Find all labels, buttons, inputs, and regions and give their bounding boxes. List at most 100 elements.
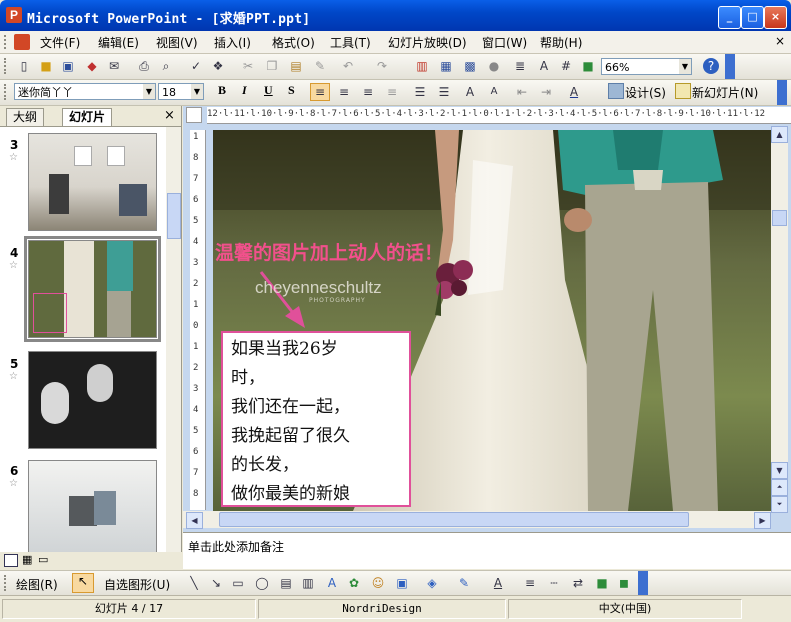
- slides-panel-scrollbar[interactable]: [166, 127, 181, 552]
- panel-close-button[interactable]: ×: [164, 108, 175, 123]
- numbering-icon[interactable]: ☰: [412, 84, 428, 100]
- document-icon[interactable]: [14, 34, 30, 50]
- help-icon[interactable]: ?: [703, 58, 719, 74]
- paste-icon[interactable]: ▤: [288, 58, 304, 74]
- cut-icon[interactable]: ✂: [240, 58, 256, 74]
- toolbar-options-icon[interactable]: [725, 54, 735, 79]
- notes-pane[interactable]: 单击此处添加备注: [183, 532, 791, 569]
- rectangle-icon[interactable]: ▭: [230, 575, 246, 591]
- copy-icon[interactable]: ❐: [264, 58, 280, 74]
- show-formatting-icon[interactable]: A: [536, 58, 552, 74]
- undo-icon[interactable]: ↶: [340, 58, 356, 74]
- draw-menu[interactable]: 绘图(R): [16, 576, 58, 593]
- slide-thumbnail-6[interactable]: [28, 460, 157, 554]
- bold-button[interactable]: B: [218, 83, 226, 98]
- align-left-icon[interactable]: ≡: [310, 83, 330, 101]
- arrow-icon[interactable]: ↘: [208, 575, 224, 591]
- slide-canvas[interactable]: cheyenneschultz PHOTOGRAPHY 温馨的图片加上动人的话！…: [213, 130, 771, 511]
- tab-selector-icon[interactable]: [186, 107, 202, 123]
- scroll-down-icon[interactable]: ▼: [771, 462, 788, 479]
- fill-color-icon[interactable]: ◈: [424, 575, 440, 591]
- design-button[interactable]: 设计(S): [625, 84, 666, 101]
- redo-icon[interactable]: ↷: [374, 58, 390, 74]
- underline-button[interactable]: U: [264, 83, 273, 98]
- notes-placeholder[interactable]: 单击此处添加备注: [188, 538, 284, 555]
- close-button[interactable]: ×: [764, 6, 787, 29]
- chevron-down-icon[interactable]: ▼: [679, 59, 691, 74]
- select-objects-icon[interactable]: ↖: [72, 573, 94, 593]
- menu-format[interactable]: 格式(O): [272, 34, 315, 51]
- print-icon[interactable]: ⎙: [136, 58, 152, 74]
- align-center-icon[interactable]: ≡: [336, 84, 352, 100]
- wordart-icon[interactable]: A: [324, 575, 340, 591]
- format-painter-icon[interactable]: ✎: [312, 58, 328, 74]
- line-color-icon[interactable]: ✎: [456, 575, 472, 591]
- shadow-style-icon[interactable]: ■: [594, 575, 610, 591]
- spelling-icon[interactable]: ✓: [188, 58, 204, 74]
- clipart-icon[interactable]: ☺: [370, 575, 386, 591]
- picture-icon[interactable]: ▣: [394, 575, 410, 591]
- expand-all-icon[interactable]: ≣: [512, 58, 528, 74]
- maximize-button[interactable]: □: [741, 6, 764, 29]
- line-style-icon[interactable]: ≡: [522, 575, 538, 591]
- menu-grip[interactable]: [4, 35, 9, 49]
- decrease-indent-icon[interactable]: ⇤: [514, 84, 530, 100]
- menu-help[interactable]: 帮助(H): [540, 34, 582, 51]
- slide-thumbnail-3[interactable]: [28, 133, 157, 231]
- slide-horizontal-scrollbar[interactable]: ◀ ▶: [183, 511, 771, 529]
- menu-insert[interactable]: 插入(I): [214, 34, 251, 51]
- vertical-textbox-icon[interactable]: ▥: [300, 575, 316, 591]
- color-grayscale-icon[interactable]: ■: [580, 58, 596, 74]
- scroll-left-icon[interactable]: ◀: [186, 512, 203, 529]
- slide-thumbnail-4[interactable]: [24, 236, 161, 342]
- menu-slideshow[interactable]: 幻灯片放映(D): [388, 34, 467, 51]
- font-color-icon[interactable]: A: [566, 84, 582, 100]
- increase-indent-icon[interactable]: ⇥: [538, 84, 554, 100]
- new-slide-button[interactable]: 新幻灯片(N): [692, 84, 758, 101]
- font-name-select[interactable]: 迷你简丫丫 ▼: [14, 83, 156, 100]
- font-color-icon[interactable]: A: [490, 575, 506, 591]
- arrow-style-icon[interactable]: ⇄: [570, 575, 586, 591]
- previous-slide-icon[interactable]: ⏶: [771, 479, 788, 496]
- zoom-select[interactable]: 66% ▼: [601, 58, 692, 75]
- increase-font-icon[interactable]: A: [462, 84, 478, 100]
- 3d-style-icon[interactable]: ◼: [616, 575, 632, 591]
- scroll-thumb[interactable]: [219, 512, 689, 527]
- bullets-icon[interactable]: ☰: [436, 84, 452, 100]
- line-icon[interactable]: ╲: [186, 575, 202, 591]
- toolbar-grip[interactable]: [4, 84, 9, 100]
- menu-view[interactable]: 视图(V): [156, 34, 198, 51]
- minimize-button[interactable]: _: [718, 6, 741, 29]
- next-slide-icon[interactable]: ⏷: [771, 496, 788, 513]
- grid-icon[interactable]: #: [558, 58, 574, 74]
- toolbar-grip[interactable]: [4, 575, 9, 591]
- font-size-select[interactable]: 18 ▼: [158, 83, 204, 100]
- tab-slides[interactable]: 幻灯片: [62, 108, 113, 126]
- scroll-thumb[interactable]: [167, 193, 181, 239]
- scroll-up-icon[interactable]: ▲: [771, 126, 788, 143]
- slide-thumbnail-5[interactable]: [28, 351, 157, 449]
- chevron-down-icon[interactable]: ▼: [191, 84, 203, 99]
- autoshapes-menu[interactable]: 自选图形(U): [104, 576, 170, 593]
- shadow-button[interactable]: S: [288, 83, 295, 98]
- oval-icon[interactable]: ◯: [254, 575, 270, 591]
- new-slide-icon[interactable]: [675, 83, 691, 99]
- menu-edit[interactable]: 编辑(E): [98, 34, 139, 51]
- scroll-thumb[interactable]: [772, 210, 787, 226]
- title-bar[interactable]: P Microsoft PowerPoint - [求婚PPT.ppt] _ □…: [0, 0, 791, 31]
- permission-icon[interactable]: ◆: [84, 58, 100, 74]
- email-icon[interactable]: ✉: [106, 58, 122, 74]
- distributed-icon[interactable]: ≡: [384, 84, 400, 100]
- menu-file[interactable]: 文件(F): [40, 34, 80, 51]
- powerpoint-app-icon[interactable]: P: [6, 7, 22, 23]
- slide-headline[interactable]: 温馨的图片加上动人的话！: [215, 238, 443, 265]
- italic-button[interactable]: I: [242, 83, 247, 98]
- decrease-font-icon[interactable]: A: [486, 84, 502, 100]
- new-icon[interactable]: ▯: [16, 58, 32, 74]
- chevron-down-icon[interactable]: ▼: [143, 84, 155, 99]
- diagram-icon[interactable]: ✿: [346, 575, 362, 591]
- menu-tools[interactable]: 工具(T): [330, 34, 371, 51]
- toolbar-grip[interactable]: [4, 58, 9, 74]
- close-document-button[interactable]: ×: [775, 34, 785, 48]
- vertical-ruler[interactable]: 1 8 7 6 5 4 3 2 1 0 1 2 3 4 5 6 7 8: [190, 130, 206, 510]
